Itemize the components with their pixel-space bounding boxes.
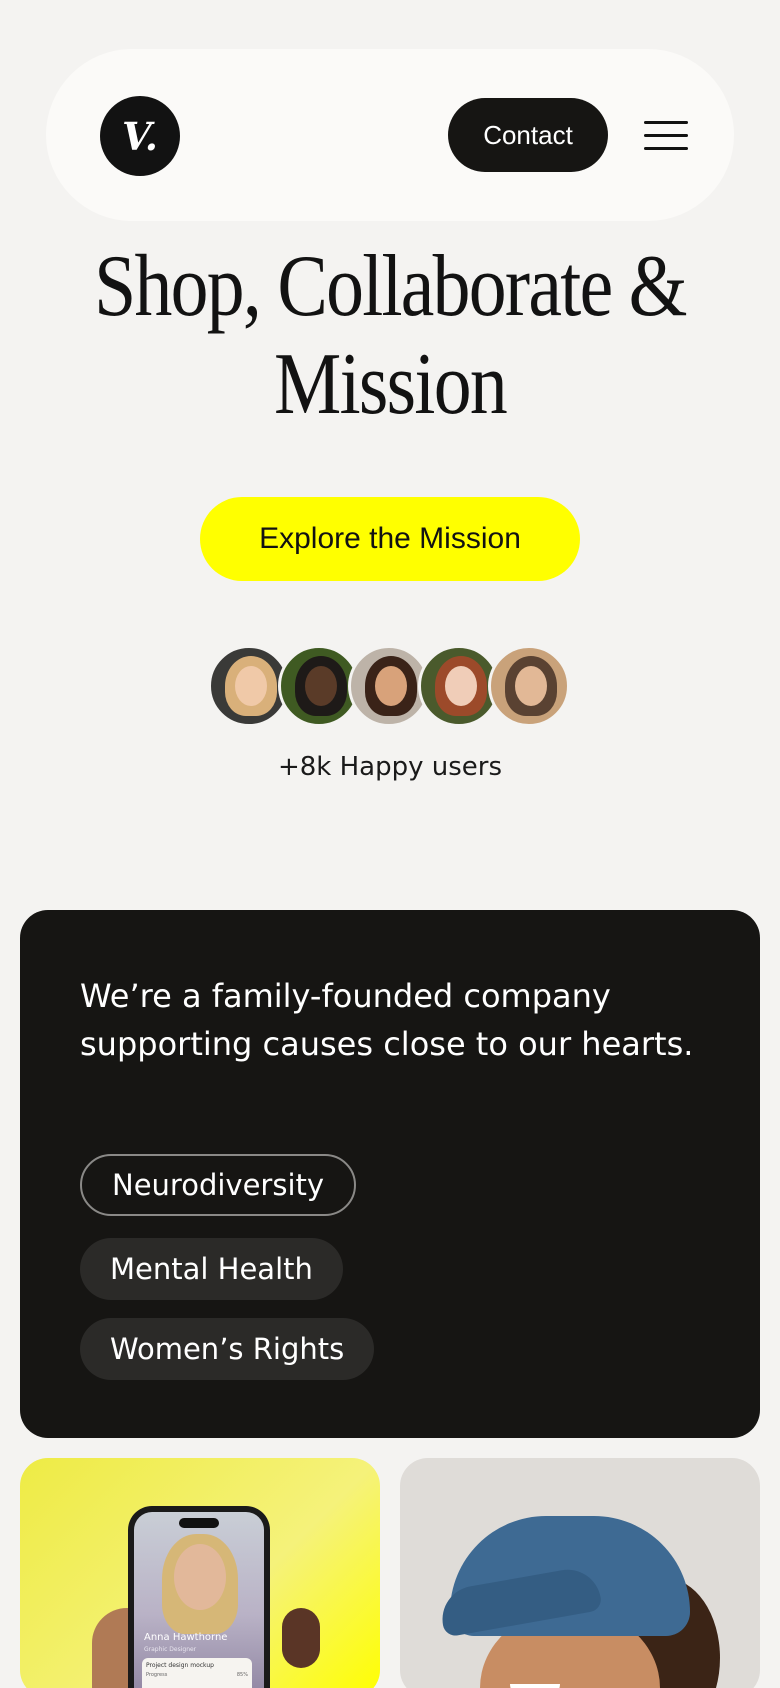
- cap-woman-card[interactable]: [400, 1458, 760, 1688]
- phone-screen: Anna Hawthorne Graphic Designer Project …: [134, 1512, 264, 1688]
- happy-users-count: +8k Happy users: [277, 752, 503, 782]
- progress-label: Progress: [146, 1672, 168, 1678]
- user-avatars: [208, 645, 574, 727]
- tag-neurodiversity[interactable]: Neurodiversity: [80, 1154, 357, 1216]
- profile-name: Anna Hawthorne: [144, 1632, 228, 1643]
- menu-line: [644, 147, 688, 150]
- phone-promo-card[interactable]: Anna Hawthorne Graphic Designer Project …: [20, 1458, 380, 1688]
- about-text: We’re a family-founded company supportin…: [80, 977, 694, 1063]
- menu-line: [644, 134, 688, 137]
- phone-image: Anna Hawthorne Graphic Designer Project …: [128, 1506, 270, 1688]
- profile-role: Graphic Designer: [144, 1646, 197, 1653]
- avatar: [488, 645, 570, 727]
- hero-title-line1: Shop, Collaborate &: [94, 238, 687, 335]
- profile-photo: [174, 1544, 226, 1610]
- task-title: Project design mockup: [146, 1662, 214, 1669]
- contact-button[interactable]: Contact: [448, 98, 608, 172]
- about-panel: We’re a family-founded company supportin…: [20, 910, 760, 1438]
- hero-title-line2: Mission: [274, 336, 508, 433]
- header-bar: V. Contact: [46, 49, 734, 221]
- page: V. Contact Shop, Collaborate & Mission E…: [0, 0, 780, 1688]
- hero-title: Shop, Collaborate & Mission: [89, 238, 691, 434]
- progress-value: 85%: [236, 1672, 248, 1678]
- task-progress: Progress 85%: [146, 1672, 248, 1678]
- logo[interactable]: V.: [100, 96, 180, 176]
- tag-womens-rights[interactable]: Women’s Rights: [80, 1318, 375, 1380]
- phone-notch: [179, 1518, 219, 1528]
- explore-mission-button[interactable]: Explore the Mission: [200, 497, 580, 581]
- hand-image-right: [282, 1608, 320, 1668]
- hamburger-menu-icon[interactable]: [644, 121, 690, 151]
- menu-line: [644, 121, 688, 124]
- tag-mental-health[interactable]: Mental Health: [80, 1238, 343, 1300]
- task-card: Project design mockup Progress 85%: [142, 1658, 252, 1688]
- woman-smile: [510, 1684, 560, 1688]
